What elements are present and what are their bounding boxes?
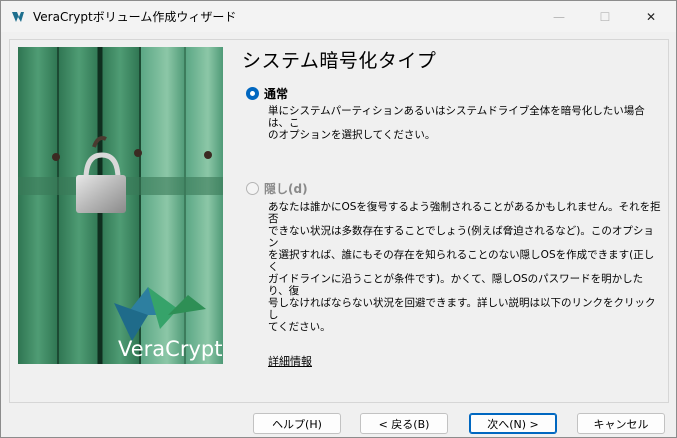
title-bar[interactable]: VeraCryptボリューム作成ウィザード — ☐ ✕ [1, 1, 676, 32]
description-line: 号しなければならない状況を回避できます。詳しい説明は以下のリンクをクリックし [268, 297, 656, 321]
minimize-icon: — [553, 9, 565, 24]
window-title: VeraCryptボリューム作成ウィザード [33, 10, 237, 24]
description-line: 単にシステムパーティションあるいはシステムドライブ全体を暗号化したい場合は、こ [268, 105, 645, 129]
description-line: できない状況は多数存在することでしょう(例えば脅迫されるなど)。このオプション [268, 225, 654, 249]
hidden-label: 隠し(d) [264, 182, 308, 196]
more-info-link[interactable]: 詳細情報 [268, 353, 312, 369]
minimize-button[interactable]: — [536, 1, 582, 32]
option-hidden[interactable]: 隠し(d) [246, 180, 308, 197]
description-line: てください。 [268, 321, 331, 333]
option-normal[interactable]: 通常 [246, 85, 288, 102]
page-title: システム暗号化タイプ [242, 50, 437, 72]
description-line: ガイドラインに沿うことが条件です)。かくて、隠しOSのパスワードを明かしたり、復 [268, 273, 644, 297]
veracrypt-logo-text: VeraCrypt [118, 337, 222, 361]
help-button[interactable]: ヘルプ(H) [253, 413, 341, 434]
veracrypt-app-icon [12, 12, 24, 22]
close-icon: ✕ [645, 9, 657, 24]
maximize-button[interactable]: ☐ [582, 1, 628, 32]
description-line: あなたは誰かにOSを復号するよう強制されることがあるかもしれません。それを拒否 [268, 201, 661, 225]
back-button[interactable]: < 戻る(B) [360, 413, 448, 434]
next-button[interactable]: 次へ(N) > [469, 413, 557, 434]
maximize-icon: ☐ [599, 9, 611, 24]
description-line: を選択すれば、誰にもその存在を知られることのない隠しOSを作成できます(正しく [268, 249, 655, 273]
hidden-description: あなたは誰かにOSを復号するよう強制されることがあるかもしれません。それを拒否 … [268, 201, 663, 333]
description-line: のオプションを選択してください。 [268, 129, 436, 141]
normal-description: 単にシステムパーティションあるいはシステムドライブ全体を暗号化したい場合は、こ … [268, 105, 663, 141]
normal-radio[interactable] [246, 87, 259, 100]
wizard-illustration: VeraCrypt [18, 47, 223, 364]
wizard-content-panel: VeraCrypt システム暗号化タイプ 通常 単にシステムパーティションあるい… [9, 39, 669, 403]
normal-label: 通常 [264, 87, 289, 101]
cancel-button[interactable]: キャンセル [577, 413, 665, 434]
hidden-radio[interactable] [246, 182, 259, 195]
close-button[interactable]: ✕ [628, 1, 674, 32]
wizard-window: VeraCryptボリューム作成ウィザード — ☐ ✕ VeraCrypt シス… [0, 0, 677, 438]
padlock-door-image: VeraCrypt [18, 47, 223, 364]
